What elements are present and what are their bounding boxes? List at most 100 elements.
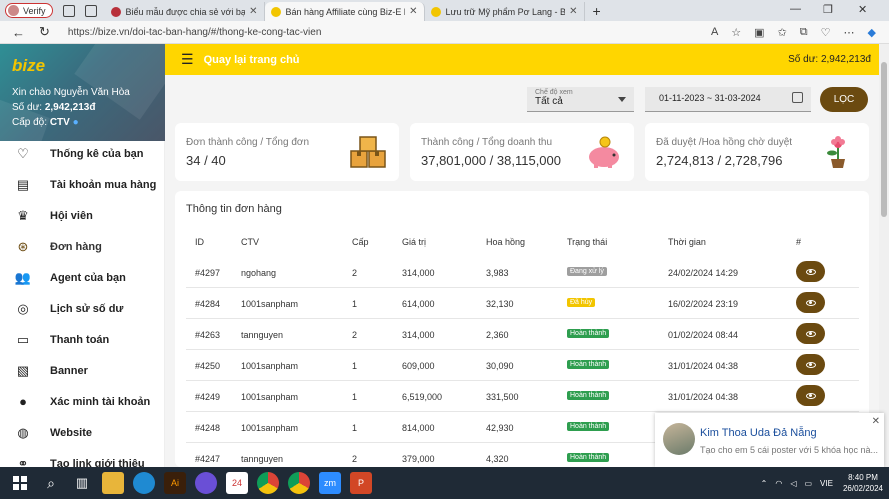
globe-icon: ◍ — [17, 424, 29, 440]
minimize-icon[interactable]: — — [790, 3, 801, 15]
task-view-icon[interactable]: ▥ — [71, 472, 93, 494]
table-row: #4250 1001sanpham 1 609,000 30,090 Hoàn thành… — [186, 350, 859, 381]
info-icon[interactable]: ● — [73, 117, 79, 128]
profile-verify-button[interactable]: Verify — [5, 3, 53, 18]
order-ctv: 1001sanpham — [241, 423, 299, 433]
chrome-icon[interactable] — [257, 472, 279, 494]
sidebar-item-xac-minh[interactable]: ● Xác minh tài khoản — [0, 386, 164, 417]
close-tab-icon[interactable]: ✕ — [249, 6, 257, 17]
order-commission: 42,930 — [486, 423, 514, 433]
chrome-profile-icon[interactable] — [288, 472, 310, 494]
browser-tab-poLang[interactable]: Lưu trữ Mỹ phẩm Pơ Lang - Biz-E✕ — [425, 2, 585, 21]
sidebar-item-hoi-vien[interactable]: ♛ Hội viên — [0, 200, 164, 231]
order-level: 1 — [352, 361, 358, 371]
taskbar-clock[interactable]: 8:40 PM 26/02/2024 — [843, 472, 883, 494]
order-commission: 30,090 — [486, 361, 514, 371]
col-header-time: Thời gian — [668, 237, 706, 247]
reload-icon[interactable]: ↻ — [39, 24, 50, 40]
illustrator-icon[interactable]: Ai — [164, 472, 186, 494]
chevron-up-icon[interactable]: ⌃ — [761, 479, 768, 488]
close-notification-icon[interactable]: ✕ — [872, 416, 880, 427]
volume-icon[interactable]: ◁ — [790, 479, 796, 488]
browser-tab-bar: Verify Biểu mẫu được chia sẻ với bạn: Tư… — [0, 0, 889, 21]
maximize-icon[interactable]: ❐ — [823, 3, 833, 16]
order-id: #4284 — [195, 299, 221, 309]
bize-favicon-icon — [270, 6, 281, 17]
windows-start-icon[interactable] — [9, 472, 31, 494]
battery-icon[interactable]: ▭ — [804, 479, 812, 488]
view-order-button[interactable] — [796, 385, 825, 406]
order-id: #4250 — [195, 361, 221, 371]
hamburger-menu-icon[interactable]: ☰ — [181, 51, 194, 68]
chat-notification[interactable]: Kim Thoa Uda Đả Nẵng Tạo cho em 5 cái po… — [655, 413, 884, 467]
browser-tab-bize[interactable]: Bán hàng Affiliate cùng Biz-E kho✕ — [264, 2, 425, 21]
collections-icon[interactable]: ⧉ — [800, 26, 808, 39]
sidebar-item-lich-su[interactable]: ◎ Lịch sử số dư — [0, 293, 164, 324]
url-field[interactable]: https://bize.vn/doi-tac-ban-hang/#/thong… — [68, 27, 711, 38]
favorites-icon[interactable]: ✩ — [778, 26, 787, 39]
sidebar-item-tai-khoan[interactable]: ▤ Tài khoản mua hàng — [0, 169, 164, 200]
zoom-icon[interactable]: zm — [319, 472, 341, 494]
view-order-button[interactable] — [796, 354, 825, 375]
view-mode-select[interactable]: Chế độ xem Tất cả — [527, 87, 634, 112]
order-level: 2 — [352, 330, 358, 340]
notification-sender: Kim Thoa Uda Đả Nẵng — [700, 427, 817, 439]
copilot-icon[interactable]: ◆ — [868, 26, 876, 39]
workspaces-icon[interactable] — [62, 4, 75, 17]
file-explorer-icon[interactable] — [102, 472, 124, 494]
back-arrow-icon[interactable]: ← — [12, 25, 25, 40]
search-icon[interactable]: ⌕ — [40, 472, 62, 494]
page-scrollbar[interactable] — [879, 44, 889, 467]
verify-label: Verify — [23, 5, 46, 16]
table-row: #4263 tannguyen 2 314,000 2,360 Hoàn thành 01/… — [186, 319, 859, 350]
back-home-link[interactable]: Quay lại trang chủ — [204, 54, 300, 66]
date-range-input[interactable]: 01-11-2023 ~ 31-03-2024 — [645, 87, 811, 112]
sidebar-item-don-hang[interactable]: ⊛ Đơn hàng — [0, 231, 164, 262]
sidebar-item-thanh-toan[interactable]: ▭ Thanh toán — [0, 324, 164, 355]
sidebar-item-banner[interactable]: ▧ Banner — [0, 355, 164, 386]
status-badge: Đã hủy — [567, 298, 596, 307]
scrollbar-thumb[interactable] — [881, 62, 887, 217]
order-id: #4249 — [195, 392, 221, 402]
col-header-cap: Cấp — [352, 237, 369, 247]
order-time: 01/02/2024 08:44 — [668, 330, 739, 340]
view-order-button[interactable] — [796, 323, 825, 344]
users-icon: 👥 — [14, 269, 32, 285]
wifi-icon[interactable]: ◠ — [775, 479, 782, 488]
new-tab-button[interactable]: + — [593, 3, 601, 19]
stat-card-revenue: Thành công / Tổng doanh thu 37,801,000 /… — [410, 123, 634, 181]
order-level: 1 — [352, 392, 358, 402]
filter-button[interactable]: LỌC — [820, 87, 868, 112]
sidebar-item-website[interactable]: ◍ Website — [0, 417, 164, 448]
app-icon[interactable] — [195, 472, 217, 494]
sidebar-item-agent[interactable]: 👥 Agent của bạn — [0, 262, 164, 293]
table-row: #4249 1001sanpham 1 6,519,000 331,500 Hoàn th… — [186, 381, 859, 412]
browser-tab-forms[interactable]: Biểu mẫu được chia sẻ với bạn: Tư vấn th… — [105, 2, 265, 21]
more-menu-icon[interactable]: ⋯ — [844, 26, 855, 39]
tab-actions-icon[interactable] — [84, 4, 97, 17]
close-tab-icon[interactable]: ✕ — [569, 6, 577, 17]
piggy-bank-icon — [589, 136, 619, 168]
close-window-icon[interactable]: ✕ — [858, 3, 867, 16]
close-tab-icon[interactable]: ✕ — [409, 6, 417, 17]
read-aloud-icon[interactable]: A — [711, 26, 718, 38]
status-badge: Hoàn thành — [567, 329, 610, 338]
order-level: 1 — [352, 423, 358, 433]
order-time: 16/02/2024 23:19 — [668, 299, 739, 309]
calendar-icon[interactable] — [792, 92, 803, 103]
user-icon: ● — [19, 394, 27, 409]
edge-icon[interactable] — [133, 472, 155, 494]
order-ctv: 1001sanpham — [241, 361, 299, 371]
powerpoint-icon[interactable]: P — [350, 472, 372, 494]
split-screen-icon[interactable]: ▣ — [754, 26, 764, 39]
calendar-app-icon[interactable]: 24 — [226, 472, 248, 494]
view-order-button[interactable] — [796, 261, 825, 282]
order-ctv: tannguyen — [241, 454, 284, 464]
sidebar-item-thong-ke[interactable]: ♡ Thống kê của bạn — [0, 138, 164, 169]
heart-pulse-icon[interactable]: ♡ — [821, 26, 831, 39]
favorite-star-icon[interactable]: ☆ — [731, 26, 741, 39]
view-order-button[interactable] — [796, 292, 825, 313]
gmail-favicon-icon — [110, 6, 121, 17]
table-row: #4297 ngohang 2 314,000 3,983 Đang xử lý 24/02… — [186, 257, 859, 288]
language-indicator[interactable]: VIE — [820, 479, 833, 488]
